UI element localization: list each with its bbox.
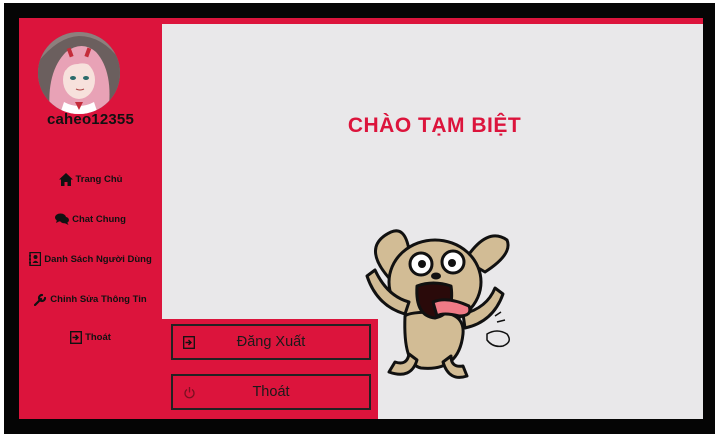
exit-icon	[70, 330, 83, 344]
sidebar-item-label: Chat Chung	[72, 213, 126, 225]
sidebar-item-edit-profile[interactable]: Chỉnh Sửa Thông Tin	[19, 288, 162, 310]
page-title: CHÀO TẠM BIỆT	[347, 114, 522, 137]
logout-button[interactable]: Đăng Xuất	[171, 324, 371, 360]
sidebar-item-chat[interactable]: Chat Chung	[19, 208, 162, 230]
sidebar-item-label: Thoát	[85, 331, 111, 343]
app-window: caheo12355 Trang Chủ Chat Chung Danh Sác…	[19, 18, 703, 419]
exit-button[interactable]: Thoát	[171, 374, 371, 410]
sidebar-item-exit[interactable]: Thoát	[19, 326, 162, 348]
sidebar-item-label: Chỉnh Sửa Thông Tin	[50, 293, 147, 305]
chat-icon	[55, 213, 70, 225]
exit-button-label: Thoát	[252, 384, 290, 400]
sidebar-item-label: Trang Chủ	[75, 173, 123, 185]
wrench-icon	[34, 293, 47, 306]
avatar	[38, 32, 120, 114]
action-panel: Đăng Xuất Thoát	[162, 319, 378, 419]
contacts-icon	[29, 252, 42, 266]
logout-button-label: Đăng Xuất	[236, 334, 306, 350]
username-label: caheo12355	[46, 111, 135, 128]
home-icon	[58, 172, 73, 186]
sidebar-item-user-list[interactable]: Danh Sách Người Dùng	[19, 248, 162, 270]
sidebar-item-home[interactable]: Trang Chủ	[19, 168, 162, 190]
sidebar-item-label: Danh Sách Người Dùng	[44, 253, 152, 265]
sidebar: caheo12355 Trang Chủ Chat Chung Danh Sác…	[19, 18, 162, 419]
window-frame: caheo12355 Trang Chủ Chat Chung Danh Sác…	[4, 3, 715, 434]
